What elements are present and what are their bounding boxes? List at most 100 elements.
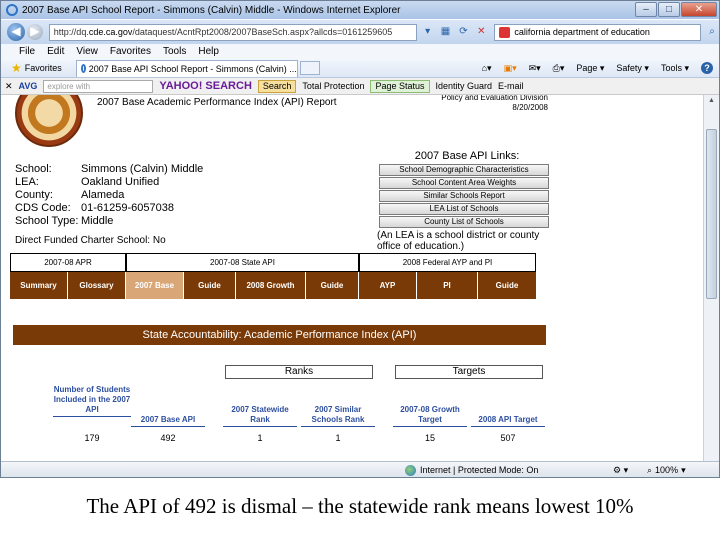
forward-button[interactable]: ▶ [26, 24, 43, 40]
link-similar-schools-button[interactable]: Similar Schools Report [379, 190, 549, 202]
safety-menu[interactable]: Safety ▾ [616, 63, 649, 74]
col-similar-rank-header: 2007 Similar Schools Rank [301, 405, 375, 427]
menu-favorites[interactable]: Favorites [110, 46, 151, 57]
yahoo-search-button[interactable]: Search [257, 79, 297, 93]
info-value: 01-61259-6057038 [81, 202, 174, 214]
col-base-api-header: 2007 Base API [131, 415, 205, 427]
value-similar-rank: 1 [335, 433, 341, 443]
link-county-list-button[interactable]: County List of Schools [379, 216, 549, 228]
nav-group-state-api: 2007-08 State API [126, 253, 359, 272]
tab-pi[interactable]: PI [417, 272, 478, 299]
nav-group-federal: 2008 Federal AYP and PI [359, 253, 536, 272]
back-button[interactable]: ◀ [7, 23, 25, 41]
avg-toolbar: ✕ AVG explore with YAHOO! SEARCH Search … [1, 78, 719, 95]
feeds-icon[interactable]: ▣▾ [504, 63, 517, 74]
avg-logo[interactable]: AVG [19, 81, 38, 91]
report-nav: 2007-08 APR 2007-08 State API 2008 Feder… [10, 253, 536, 301]
menu-file[interactable]: File [19, 46, 35, 57]
status-bar: Internet | Protected Mode: On ⚙ ▾ ⌕ 100%… [1, 461, 719, 477]
browser-tab[interactable]: 2007 Base API School Report - Simmons (C… [75, 59, 298, 77]
tab-2007-base[interactable]: 2007 Base [126, 272, 184, 299]
favorites-star-icon[interactable]: ★ [11, 61, 22, 75]
info-value: Middle [81, 215, 114, 227]
ranks-header: Ranks [225, 365, 373, 379]
minimize-button[interactable]: – [635, 2, 657, 17]
search-icon[interactable]: ⌕ [705, 25, 719, 39]
info-value: Alameda [81, 189, 125, 201]
california-seal-logo [15, 95, 83, 147]
page-menu[interactable]: Page ▾ [576, 63, 604, 74]
yahoo-search-input[interactable]: explore with [43, 79, 154, 93]
nav-group-apr: 2007-08 APR [10, 253, 126, 272]
compatibility-icon[interactable]: ▦ [439, 25, 453, 39]
col-students-header: Number of Students Included in the 2007 … [53, 385, 131, 417]
menu-help[interactable]: Help [198, 46, 219, 57]
dropdown-icon[interactable]: ▾ [421, 25, 435, 39]
menu-view[interactable]: View [76, 46, 98, 57]
page-status-button[interactable]: Page Status [370, 79, 430, 93]
zoom-icon: ⌕ [647, 464, 653, 475]
vertical-scrollbar[interactable]: ▲ [703, 95, 719, 461]
info-label: County: [15, 189, 53, 201]
email-button[interactable]: E-mail [498, 81, 524, 91]
home-icon[interactable]: ⌂▾ [482, 63, 492, 74]
refresh-icon[interactable]: ⟳ [456, 25, 470, 39]
page-content: 2007 Base Academic Performance Index (AP… [1, 95, 703, 461]
total-protection-button[interactable]: Total Protection [302, 81, 364, 91]
url-field[interactable]: http://dq. cde.ca.gov/dataquest/AcntRpt20… [48, 23, 417, 41]
link-content-weights-button[interactable]: School Content Area Weights [379, 177, 549, 189]
tab-glossary[interactable]: Glossary [68, 272, 126, 299]
tab-guide-base[interactable]: Guide [184, 272, 236, 299]
tools-menu[interactable]: Tools ▾ [661, 63, 689, 74]
link-demographics-button[interactable]: School Demographic Characteristics [379, 164, 549, 176]
col-api-target-header: 2008 API Target [471, 415, 545, 427]
protected-mode-icon[interactable]: ⚙ ▾ [613, 465, 628, 476]
info-value: Oakland Unified [81, 176, 160, 188]
scroll-up-icon[interactable]: ▲ [706, 97, 717, 109]
favorites-button[interactable]: Favorites [25, 63, 62, 73]
tab-ie-icon [80, 64, 86, 73]
report-title: 2007 Base Academic Performance Index (AP… [97, 97, 337, 108]
info-row-type: School Type: Middle [15, 215, 203, 228]
division-name: Policy and Evaluation Division [441, 95, 548, 102]
value-api-target: 507 [500, 433, 516, 443]
mail-icon[interactable]: ✉▾ [529, 63, 541, 74]
security-zone[interactable]: Internet | Protected Mode: On [405, 464, 538, 476]
charter-status: Direct Funded Charter School: No [15, 235, 166, 246]
help-icon[interactable]: ? [701, 62, 713, 74]
search-input[interactable]: california department of education [494, 23, 702, 41]
identity-guard-button[interactable]: Identity Guard [436, 81, 493, 91]
tab-ayp[interactable]: AYP [359, 272, 417, 299]
info-label: CDS Code: [15, 202, 71, 214]
tab-summary[interactable]: Summary [10, 272, 68, 299]
print-icon[interactable]: ⎙▾ [553, 63, 565, 74]
info-row-lea: LEA: Oakland Unified [15, 176, 203, 189]
stop-icon[interactable]: ✕ [474, 25, 488, 39]
search-provider-icon [499, 26, 511, 38]
info-label: LEA: [15, 176, 39, 188]
scroll-thumb[interactable] [706, 129, 717, 299]
zoom-control[interactable]: ⌕ 100% ▾ [647, 465, 686, 476]
close-button[interactable]: ✕ [681, 2, 717, 17]
close-toolbar-icon[interactable]: ✕ [5, 81, 13, 92]
info-value: Simmons (Calvin) Middle [81, 163, 204, 175]
url-host: cde.ca.gov [88, 27, 133, 37]
value-growth-target: 15 [424, 433, 435, 443]
tab-label: 2007 Base API School Report - Simmons (C… [88, 63, 297, 74]
zoom-level: 100% [655, 465, 679, 475]
info-row-school: School: Simmons (Calvin) Middle [15, 163, 203, 176]
division-info: Policy and Evaluation Division 8/20/2008 [441, 95, 548, 113]
menu-bar: File Edit View Favorites Tools Help [1, 44, 719, 59]
menu-tools[interactable]: Tools [163, 46, 186, 57]
new-tab-button[interactable] [299, 61, 320, 75]
tab-guide-growth[interactable]: Guide [306, 272, 359, 299]
link-lea-list-button[interactable]: LEA List of Schools [379, 203, 549, 215]
report-date: 8/20/2008 [512, 103, 548, 112]
menu-edit[interactable]: Edit [47, 46, 64, 57]
tab-guide-federal[interactable]: Guide [478, 272, 536, 299]
maximize-button[interactable]: □ [658, 2, 680, 17]
value-statewide-rank: 1 [257, 433, 263, 443]
tab-2008-growth[interactable]: 2008 Growth [236, 272, 306, 299]
info-label: School Type: [15, 215, 79, 227]
col-growth-target-header: 2007-08 Growth Target [393, 405, 467, 427]
